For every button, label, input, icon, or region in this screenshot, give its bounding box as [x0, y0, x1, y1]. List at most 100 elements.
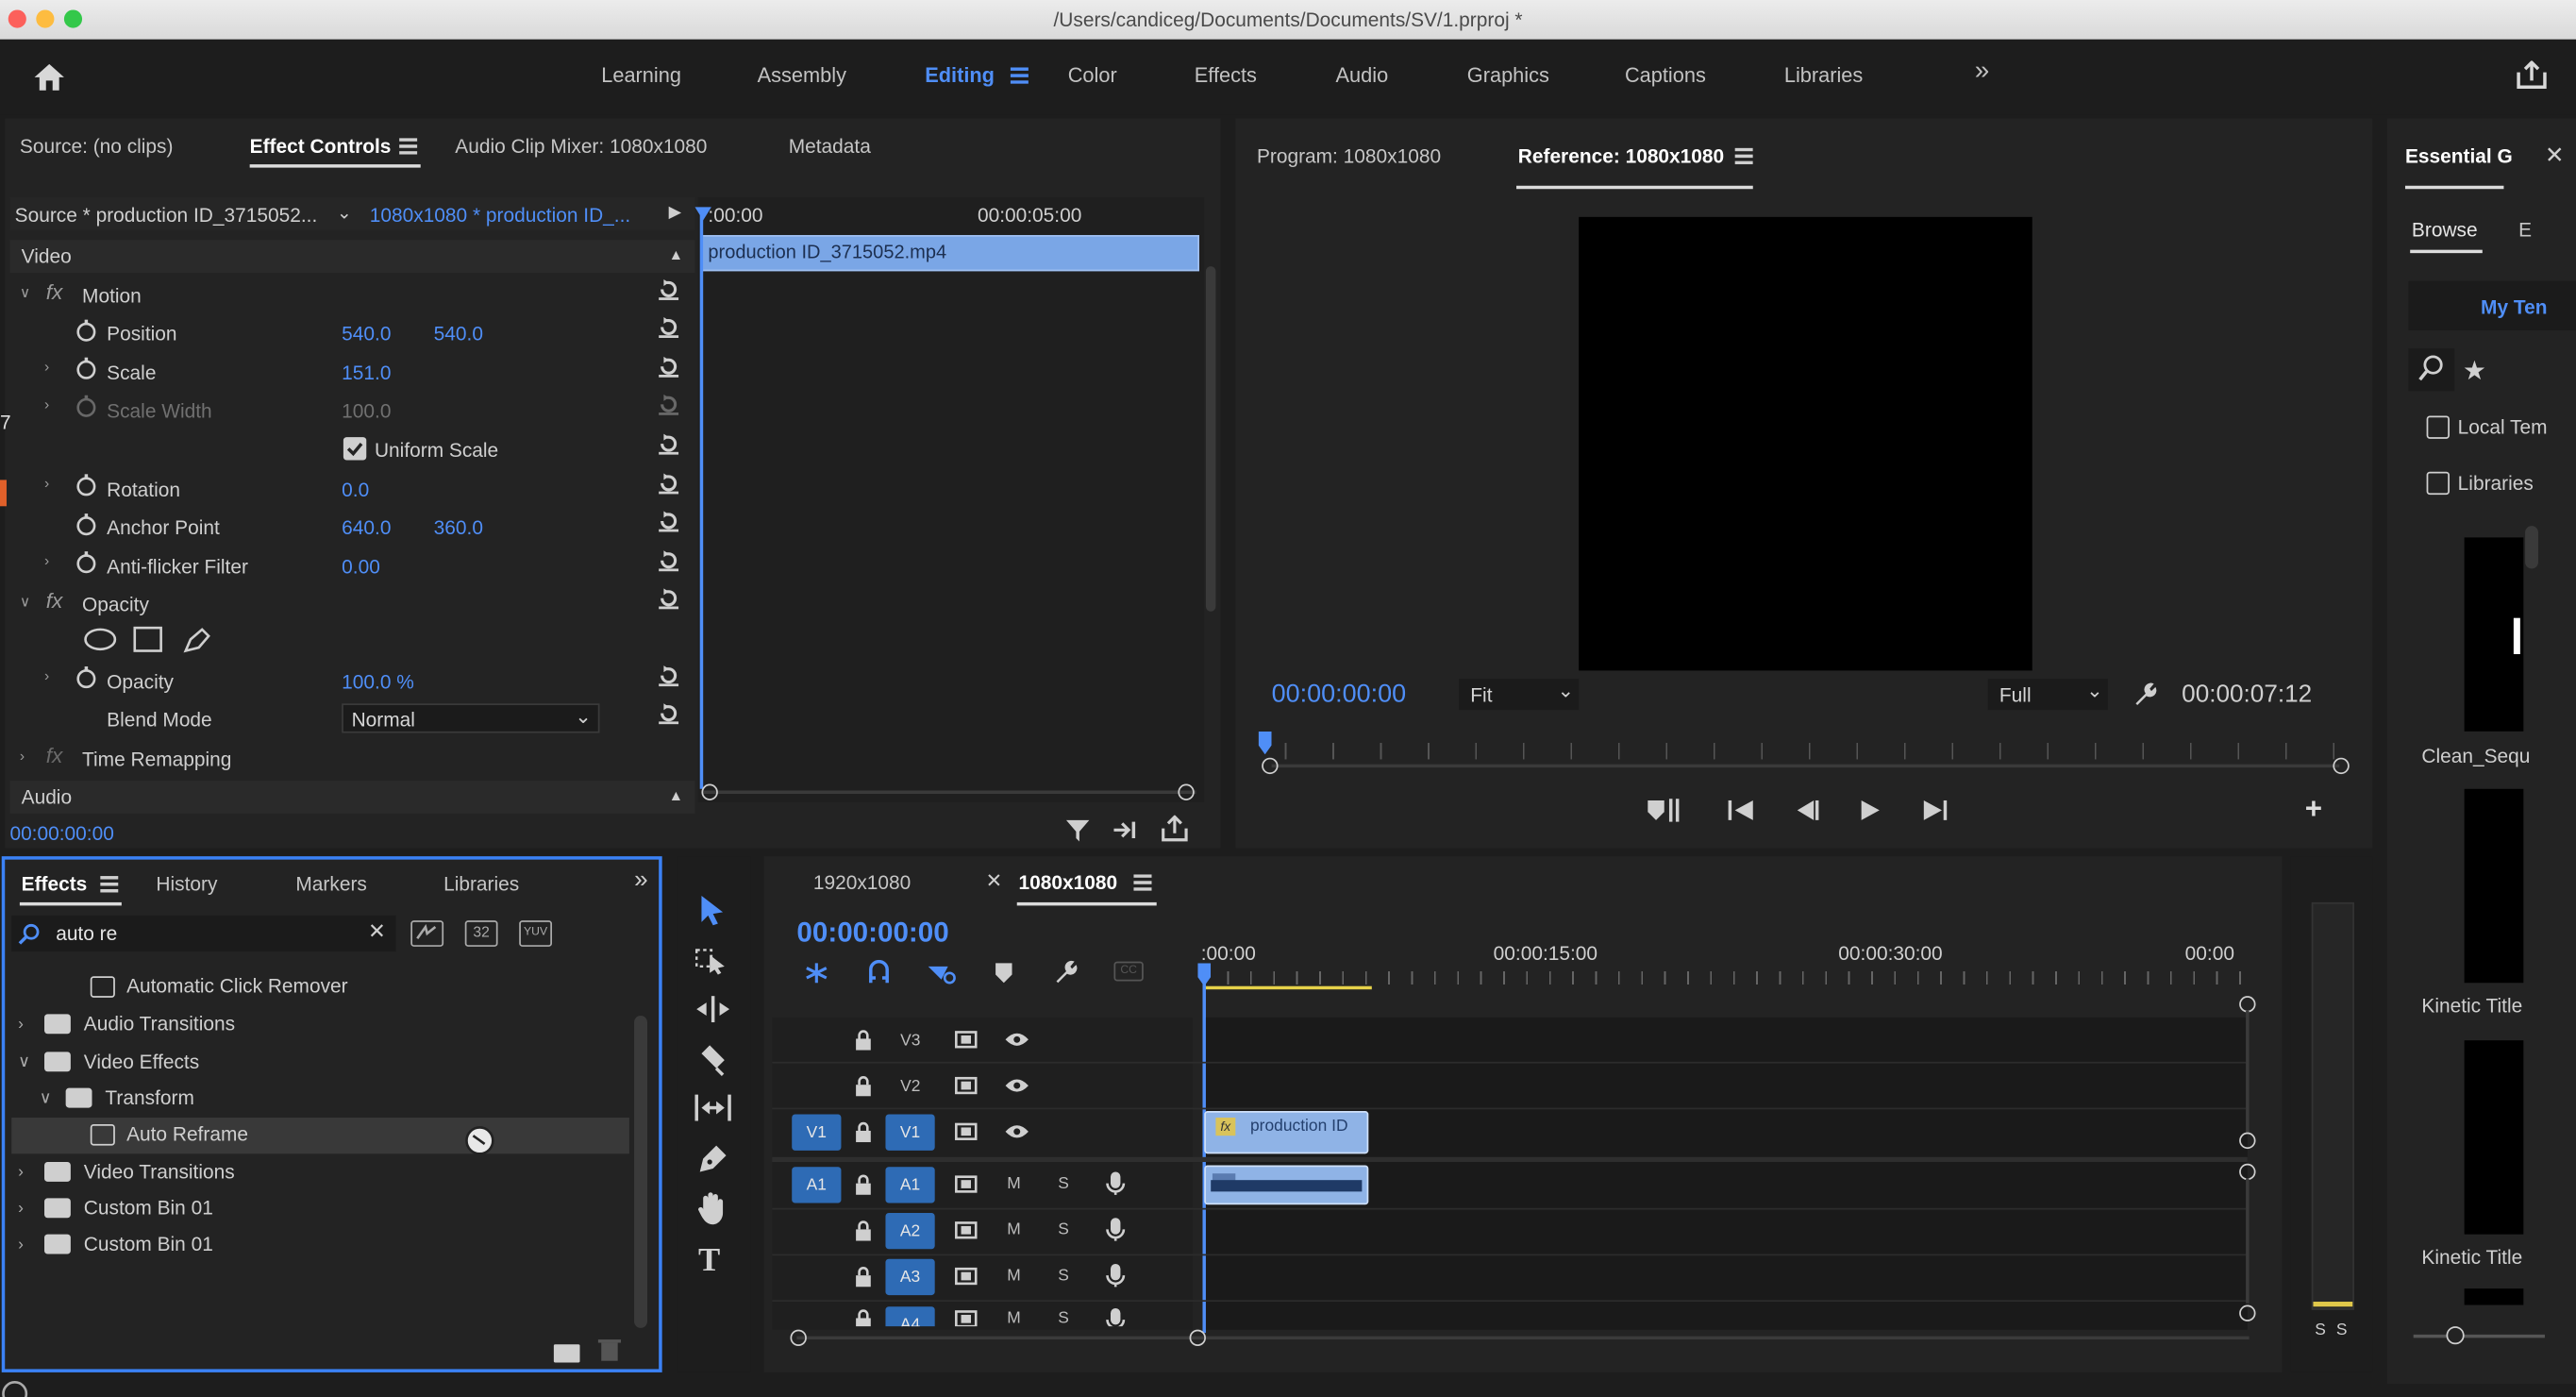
track-target-a2[interactable]: A2	[885, 1213, 935, 1250]
source-clip-selector[interactable]: Source * production ID_3715052...	[15, 204, 318, 227]
source-patch-v1[interactable]: V1	[792, 1114, 842, 1151]
folder-item[interactable]: ∨ Video Effects	[18, 1051, 199, 1073]
rotation-twirl-icon[interactable]: ›	[44, 475, 49, 491]
anti-flicker-twirl-icon[interactable]: ›	[44, 552, 49, 568]
reset-icon[interactable]	[657, 432, 679, 455]
workspace-overflow-button[interactable]: »	[1975, 58, 1990, 87]
a-scroll-handle-bottom[interactable]	[2239, 1304, 2256, 1321]
sync-lock-icon[interactable]	[955, 1120, 981, 1142]
reset-icon[interactable]	[657, 510, 679, 532]
av-divider[interactable]	[772, 1156, 2248, 1163]
libraries-checkbox[interactable]	[2426, 471, 2450, 496]
reset-icon[interactable]	[657, 355, 679, 378]
reset-icon[interactable]	[657, 472, 679, 495]
time-remap-twirl-icon[interactable]: ›	[20, 748, 25, 764]
linked-selection-icon[interactable]	[925, 960, 958, 986]
ec-playhead[interactable]	[699, 210, 704, 789]
mute-button[interactable]: M	[1007, 1221, 1021, 1239]
chevron-down-icon[interactable]: ⌄	[337, 202, 352, 224]
track-select-tool-icon[interactable]	[694, 945, 728, 975]
step-back-icon[interactable]	[1794, 799, 1820, 821]
slip-tool-icon[interactable]	[694, 1093, 733, 1122]
microphone-icon[interactable]	[1104, 1170, 1127, 1197]
ripple-edit-tool-icon[interactable]	[694, 994, 730, 1023]
filter-icon[interactable]	[1064, 816, 1091, 843]
tab-effect-controls[interactable]: Effect Controls	[250, 135, 392, 158]
fx-icon[interactable]: fx	[46, 279, 63, 304]
local-templates-checkbox[interactable]	[2426, 415, 2450, 439]
yuv-effects-icon[interactable]: YUV	[519, 920, 553, 947]
search-button[interactable]	[2408, 348, 2455, 392]
snap-icon[interactable]	[866, 959, 893, 986]
stopwatch-icon[interactable]	[75, 550, 97, 574]
tab-reference[interactable]: Reference: 1080x1080	[1518, 144, 1724, 167]
track-target-a4[interactable]: A4	[885, 1306, 935, 1327]
workspace-menu-icon[interactable]	[1010, 67, 1029, 84]
template-thumb-4[interactable]	[2464, 1288, 2524, 1305]
type-tool-icon[interactable]: T	[698, 1242, 720, 1280]
rotation-value[interactable]: 0.0	[342, 479, 369, 501]
tab-markers[interactable]: Markers	[295, 873, 366, 896]
tab-history[interactable]: History	[156, 873, 217, 896]
anchor-point-x-value[interactable]: 640.0	[342, 516, 391, 539]
opacity-twirl-icon[interactable]: ∨	[20, 594, 30, 612]
reset-icon[interactable]	[657, 315, 679, 338]
eye-icon[interactable]	[1004, 1076, 1030, 1094]
video-preview[interactable]	[1579, 216, 2032, 671]
scale-value[interactable]: 151.0	[342, 362, 391, 384]
track-label-v3[interactable]: V3	[900, 1032, 920, 1050]
ec-scrollbar[interactable]	[1205, 266, 1216, 612]
position-x-value[interactable]: 540.0	[342, 322, 391, 345]
share-icon[interactable]	[2516, 60, 2549, 90]
workspace-effects[interactable]: Effects	[1195, 64, 1257, 87]
workspace-captions[interactable]: Captions	[1625, 64, 1706, 87]
lock-icon[interactable]	[854, 1120, 872, 1143]
pen-mask-icon[interactable]	[182, 626, 211, 654]
export-icon[interactable]	[1160, 815, 1189, 844]
folder-item[interactable]: › Video Transitions	[18, 1160, 235, 1183]
anchor-point-y-value[interactable]: 360.0	[434, 516, 483, 539]
add-button-icon[interactable]: +	[2305, 792, 2322, 827]
lock-icon[interactable]	[854, 1029, 872, 1051]
microphone-icon[interactable]	[1104, 1216, 1127, 1242]
selection-tool-icon[interactable]	[696, 894, 726, 927]
tab-sequence-1080[interactable]: 1080x1080	[1018, 871, 1117, 894]
fit-select[interactable]: Fit ⌄	[1459, 679, 1580, 711]
sequence-clip-selector[interactable]: 1080x1080 * production ID_...	[370, 204, 630, 227]
sync-lock-icon[interactable]	[955, 1220, 981, 1241]
folder-item[interactable]: › Custom Bin 01	[18, 1233, 213, 1255]
video-clip[interactable]: fx production ID	[1204, 1111, 1369, 1154]
eye-icon[interactable]	[1004, 1031, 1030, 1049]
solo-button[interactable]: S	[1058, 1221, 1069, 1239]
source-patch-a1[interactable]: A1	[792, 1167, 842, 1203]
anti-flicker-value[interactable]: 0.00	[342, 556, 380, 579]
ec-zoom-handle-right[interactable]	[1178, 783, 1195, 800]
tab-metadata[interactable]: Metadata	[789, 135, 871, 158]
track-target-a3[interactable]: A3	[885, 1258, 935, 1296]
effects-scrollbar[interactable]	[634, 1016, 647, 1328]
play-icon[interactable]	[1858, 799, 1881, 821]
timeline-timecode[interactable]: 00:00:00:00	[796, 917, 948, 951]
tab-essential-graphics[interactable]: Essential G	[2405, 144, 2513, 167]
tab-browse[interactable]: Browse	[2412, 219, 2478, 242]
scale-twirl-icon[interactable]: ›	[44, 359, 49, 375]
close-tab-icon[interactable]: ✕	[986, 869, 1003, 892]
go-to-out-icon[interactable]	[1920, 799, 1949, 821]
tab-libraries[interactable]: Libraries	[443, 873, 519, 896]
panel-menu-icon[interactable]	[399, 138, 418, 155]
opacity-prop-twirl-icon[interactable]: ›	[44, 667, 49, 683]
lock-icon[interactable]	[854, 1075, 872, 1097]
stopwatch-icon[interactable]	[75, 665, 97, 689]
opacity-prop-value[interactable]: 100.0 %	[342, 670, 414, 693]
solo-button[interactable]: S	[1058, 1175, 1069, 1193]
effect-controls-timecode[interactable]: 00:00:00:00	[9, 822, 113, 845]
nest-icon[interactable]	[802, 960, 831, 986]
collapse-up-icon[interactable]: ▲	[669, 787, 684, 803]
track-target-a1[interactable]: A1	[885, 1167, 935, 1203]
mute-button[interactable]: M	[1007, 1267, 1021, 1285]
go-to-in-icon[interactable]	[1727, 799, 1756, 821]
program-playhead[interactable]	[1258, 731, 1272, 755]
panel-menu-icon[interactable]	[1133, 874, 1152, 891]
tab-source[interactable]: Source: (no clips)	[20, 135, 174, 158]
reset-icon[interactable]	[657, 278, 679, 300]
